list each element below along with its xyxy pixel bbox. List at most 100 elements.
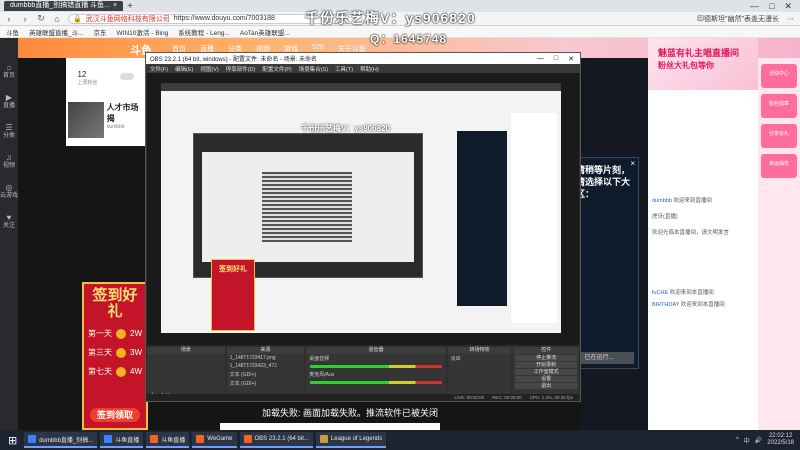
obs-preview[interactable]: 千份乐艺梅V：ys906820 签到好礼 [147,73,579,345]
transition-select[interactable]: 淡出 [448,354,512,363]
taskbar-item[interactable]: 斗鱼直播 [146,432,190,448]
watermark-line1: 千份乐艺梅V：ys906820 [305,10,476,26]
back-icon[interactable]: ‹ [4,14,14,24]
checkin-promo[interactable]: 签到好礼 第一天 2W 第三天 3W 第七天 4W 签到领取 [82,282,148,430]
close-icon[interactable]: × [113,1,117,11]
coin-icon [116,328,126,339]
promo-day: 第三天 [88,348,112,357]
stop-stream-button[interactable]: 停止推流 [515,355,578,361]
stat-label: 上周粉丝 [77,80,98,86]
gamepad-icon: ◎ [5,183,13,192]
source-item[interactable]: 文本 (GDI+) [227,370,305,379]
coin-icon [116,347,126,358]
clock[interactable]: 22:02:12 2022/5/18 [767,433,794,447]
side-ad[interactable]: 分享有礼 [761,124,797,148]
obs-statusbar: LIVE: 00:00:00 REC: 00:00:00 CPU: 1.3%, … [147,394,579,401]
settings-button[interactable]: 设置 [515,376,578,382]
start-icon[interactable]: ⊞ [4,434,21,447]
taskbar-item[interactable]: dumbbb直播_别搞... [24,432,98,448]
source-item[interactable]: 1_14871733417.png [227,354,305,362]
bookmark[interactable]: 斗鱼 [6,27,19,37]
volume-icon[interactable]: 🔊 [755,437,762,444]
exit-button[interactable]: 退出 [515,383,578,389]
menu-item[interactable]: 帮助(H) [360,65,379,73]
minimize-icon[interactable]: — [750,1,759,12]
home-icon: ⌂ [6,63,12,72]
side-ad[interactable]: 幸运抽奖 [761,154,797,178]
avatar[interactable] [68,102,104,138]
close-window-icon[interactable]: ✕ [568,55,574,63]
audio-meter [310,365,442,368]
taskbar-item[interactable]: League of Legends [315,432,387,448]
close-window-icon[interactable]: ✕ [784,1,792,12]
nested-obs-capture [193,133,423,278]
claim-button[interactable]: 签到领取 [90,408,140,422]
browser-tab[interactable]: dumbbb直播_别搞错直播 斗鱼... × [4,1,124,11]
bookmark[interactable]: AoTan英雄联盟... [240,27,290,37]
studio-mode-button[interactable]: 工作室模式 [515,369,578,375]
chat-user[interactable]: fuCHE [652,290,668,296]
maximize-icon[interactable]: □ [769,1,774,12]
rail-item-live[interactable]: ▶ 直播 [3,94,15,110]
new-tab-button[interactable]: + [127,1,133,12]
app-icon [150,435,159,443]
ime-icon[interactable]: 中 [744,436,750,445]
menu-item[interactable]: 配置文件(P) [262,65,291,73]
side-ad[interactable]: 活动中心 [761,64,797,88]
bookmark[interactable]: 京东 [94,27,107,37]
transitions-dock: 转场特效 淡出 [447,347,512,401]
taskbar-item[interactable]: WeGame [192,432,237,448]
rail-item-video[interactable]: ♫ 视频 [3,154,15,170]
menu-item[interactable]: 场景集合(S) [299,65,328,73]
chat-banner[interactable]: 魅蓝有礼主唱直播间 粉丝大礼包等你 [648,38,758,90]
menu-item[interactable]: 工具(T) [335,65,353,73]
menu-item[interactable]: 文件(F) [150,65,168,73]
reload-icon[interactable]: ↻ [36,13,46,24]
side-ad[interactable]: 粉丝勋章 [761,94,797,118]
rail-label: 首页 [2,73,15,79]
menu-item[interactable]: 视图(V) [200,65,218,73]
promo-row: 第三天 3W [84,343,146,362]
sources-dock: 来源 1_14871733417.png 1_14871733423_47J 文… [226,347,305,401]
chat-user[interactable]: dumbbb [652,198,672,204]
menu-item[interactable]: 编辑(E) [175,65,193,73]
rail-item-category[interactable]: ☰ 分类 [3,124,15,140]
streamer-name: 人才市场揭 [106,103,139,123]
home-icon[interactable]: ⌂ [52,14,62,24]
obs-window: OBS 23.2.1 (64 bit, windows) - 配置文件: 未命名… [145,52,581,402]
capture-sidebar [511,113,557,323]
dock-header: 控件 [513,347,580,354]
bookmark[interactable]: WIN10激活 - Bing [117,27,169,37]
streamer-sub: dumbbb [106,124,125,130]
source-item[interactable]: 1_14871733423_47J [227,362,305,370]
toggle-icon[interactable] [120,73,135,80]
rail-item-home[interactable]: ⌂ 首页 [3,64,15,80]
preview-promo: 签到好礼 [211,259,255,331]
chat-user[interactable]: BIRTHDAY [652,302,679,308]
minimize-icon[interactable]: — [537,55,544,63]
taskbar-item[interactable]: OBS 23.2.1 (64 bit... [239,432,313,448]
more-icon[interactable]: ⋯ [787,15,794,23]
chat-message: 欢迎光临本直播间，请文明发言 [652,228,752,236]
source-item[interactable]: 文本 (GDI+) [227,379,305,388]
taskbar-label: OBS 23.2.1 (64 bit... [254,436,309,442]
rail-item-follow[interactable]: ♥ 关注 [3,214,15,230]
audio-meter [310,381,442,384]
tray-expand-icon[interactable]: ^ [736,437,739,443]
taskbar-item[interactable]: 斗鱼直播 [100,432,144,448]
record-button[interactable]: 开始录制 [515,362,578,368]
tab-label: dumbbb直播_别搞错直播 斗鱼... [10,2,110,9]
close-icon[interactable]: × [630,159,635,168]
app-icon [104,435,113,443]
promo-reward: 4W [130,367,142,376]
menu-item[interactable]: 停靠部件(D) [226,65,256,73]
cpu-status: CPU: 1.3%, 60.00 fps [529,395,573,400]
dock-header: 场景 [147,347,225,354]
rail-item-cloudgame[interactable]: ◎ 云游戏 [0,184,18,200]
news-ticker[interactable]: 印德斯坦"幽然"表盖无漫长 [697,14,779,24]
bookmark[interactable]: 英雄联盟直播_斗... [29,27,84,37]
maximize-icon[interactable]: □ [554,55,558,63]
bookmark[interactable]: 系统教程 - Leng... [178,27,230,37]
forward-icon[interactable]: › [20,14,30,24]
play-icon: ▶ [5,93,13,102]
